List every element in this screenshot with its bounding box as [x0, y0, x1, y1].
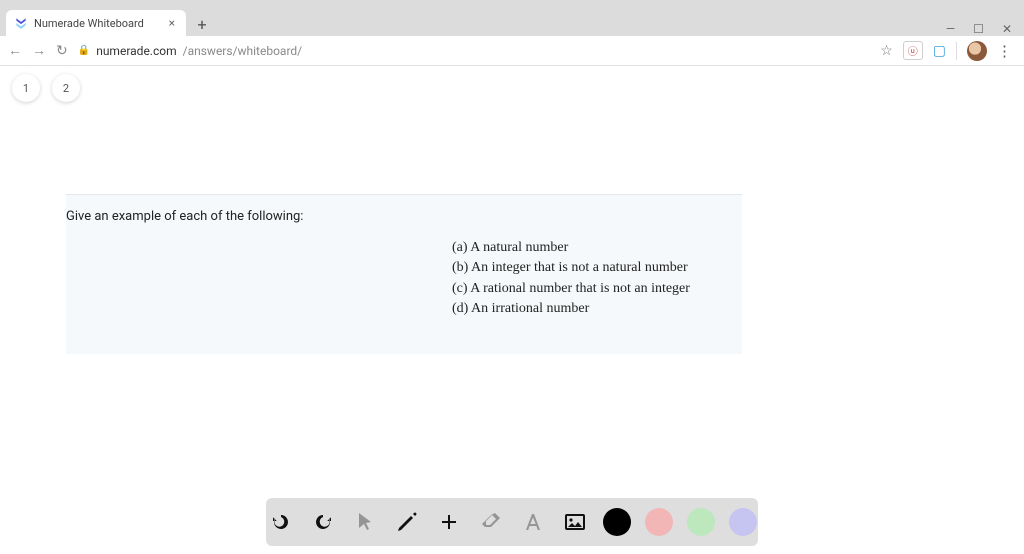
image-tool-icon[interactable] [561, 508, 589, 536]
window-controls: — ☐ ✕ [946, 22, 1024, 36]
back-button[interactable]: ← [8, 42, 22, 59]
extension-badge-1[interactable]: ⓤ [903, 41, 923, 60]
add-tool-icon[interactable] [435, 508, 463, 536]
bookmark-star-icon[interactable]: ☆ [880, 43, 893, 59]
slide-item-d: (d) An irrational number [452, 299, 726, 319]
undo-button[interactable] [267, 508, 295, 536]
color-swatch-green[interactable] [687, 508, 715, 536]
tab-title: Numerade Whiteboard [34, 17, 166, 30]
browser-tab[interactable]: Numerade Whiteboard × [6, 10, 186, 36]
numerade-favicon [14, 16, 28, 30]
window-minimize-icon[interactable]: — [946, 22, 955, 36]
tab-close-icon[interactable]: × [166, 16, 178, 30]
lock-icon: 🔒 [78, 45, 90, 56]
url-path: /answers/whiteboard/ [183, 44, 303, 58]
profile-avatar[interactable] [967, 41, 987, 61]
pointer-tool-icon[interactable] [351, 508, 379, 536]
slide-item-b: (b) An integer that is not a natural num… [452, 258, 726, 278]
drawing-toolbar [266, 498, 758, 546]
url-host: numerade.com [96, 44, 176, 58]
url-field[interactable]: 🔒 numerade.com/answers/whiteboard/ [78, 44, 870, 58]
slide-list: (a) A natural number (b) An integer that… [452, 238, 726, 319]
window-close-icon[interactable]: ✕ [1002, 22, 1012, 36]
text-tool-icon[interactable] [519, 508, 547, 536]
tab-strip: Numerade Whiteboard × + — ☐ ✕ [0, 8, 1024, 36]
toolbar-divider [956, 42, 957, 60]
forward-button[interactable]: → [32, 42, 46, 59]
color-swatch-pink[interactable] [645, 508, 673, 536]
color-swatch-purple[interactable] [729, 508, 757, 536]
address-bar: ← → ↻ 🔒 numerade.com/answers/whiteboard/… [0, 36, 1024, 66]
page-number-chips: 1 2 [12, 74, 80, 102]
chrome-menu-icon[interactable]: ⋮ [997, 42, 1012, 60]
slide-item-a: (a) A natural number [452, 238, 726, 258]
pen-tool-icon[interactable] [393, 508, 421, 536]
window-titlebar [0, 0, 1024, 8]
extension-badge-2[interactable]: ▢ [933, 43, 946, 59]
slide-item-c: (c) A rational number that is not an int… [452, 279, 726, 299]
page-content: 1 2 Give an example of each of the follo… [0, 66, 1024, 554]
color-swatch-black[interactable] [603, 508, 631, 536]
addrbar-right: ☆ ⓤ ▢ ⋮ [880, 41, 1016, 61]
page-chip-1[interactable]: 1 [12, 74, 40, 102]
redo-button[interactable] [309, 508, 337, 536]
whiteboard-slide: Give an example of each of the following… [66, 194, 742, 354]
eraser-tool-icon[interactable] [477, 508, 505, 536]
new-tab-button[interactable]: + [190, 12, 214, 36]
reload-button[interactable]: ↻ [56, 43, 68, 59]
slide-prompt: Give an example of each of the following… [66, 209, 726, 224]
window-maximize-icon[interactable]: ☐ [973, 22, 984, 36]
page-chip-2[interactable]: 2 [52, 74, 80, 102]
